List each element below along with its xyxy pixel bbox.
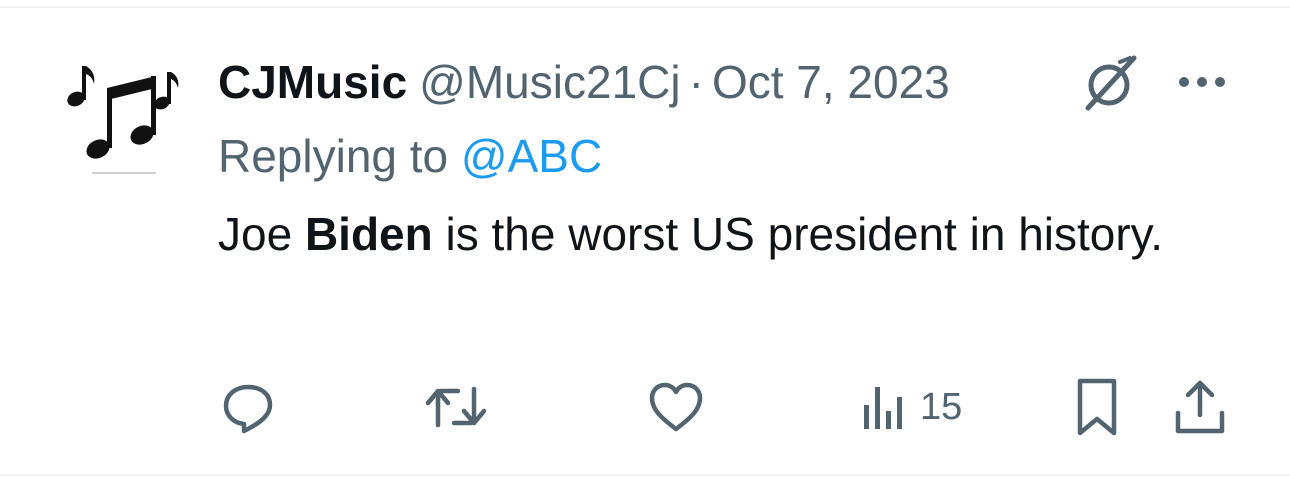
heart-icon bbox=[649, 382, 703, 432]
retweet-icon bbox=[425, 386, 487, 428]
reply-button[interactable] bbox=[218, 372, 278, 442]
tweet-text-bold: Biden bbox=[304, 208, 433, 260]
avatar[interactable] bbox=[58, 50, 190, 182]
tweet-text: Joe Biden is the worst US president in h… bbox=[218, 202, 1168, 266]
reply-mention-link[interactable]: @ABC bbox=[461, 130, 602, 182]
separator-dot: · bbox=[688, 56, 704, 108]
action-bar: 15 bbox=[210, 372, 1240, 442]
bookmark-button[interactable] bbox=[1072, 372, 1122, 442]
more-options-button[interactable] bbox=[1170, 50, 1234, 114]
tweet-text-part: Joe bbox=[218, 208, 305, 260]
tweet-header: CJMusic @Music21Cj · Oct 7, 2023 bbox=[218, 50, 950, 114]
grok-slash-icon bbox=[1085, 55, 1137, 111]
views-bar-chart-icon bbox=[864, 387, 902, 429]
tweet-text-part: is the worst US president in history. bbox=[432, 208, 1164, 260]
like-button[interactable] bbox=[646, 372, 706, 442]
display-name[interactable]: CJMusic bbox=[218, 50, 407, 114]
views-button[interactable]: 15 bbox=[860, 372, 962, 442]
reply-prefix: Replying to bbox=[218, 130, 461, 182]
share-icon bbox=[1175, 380, 1225, 434]
views-count: 15 bbox=[920, 385, 963, 428]
user-handle[interactable]: @Music21Cj bbox=[419, 50, 680, 114]
top-divider bbox=[0, 6, 1290, 8]
music-notes-icon bbox=[67, 66, 179, 174]
tweet-date[interactable]: Oct 7, 2023 bbox=[712, 50, 950, 114]
grok-button[interactable] bbox=[1078, 50, 1142, 114]
retweet-button[interactable] bbox=[424, 372, 488, 442]
replying-to: Replying to @ABC bbox=[218, 126, 602, 186]
more-dots-icon bbox=[1179, 77, 1225, 87]
reply-icon bbox=[223, 384, 273, 434]
bookmark-icon bbox=[1077, 378, 1117, 436]
bottom-divider bbox=[0, 474, 1290, 476]
share-button[interactable] bbox=[1170, 372, 1230, 442]
tweet-card[interactable]: CJMusic @Music21Cj · Oct 7, 2023 Replyin… bbox=[0, 0, 1290, 478]
